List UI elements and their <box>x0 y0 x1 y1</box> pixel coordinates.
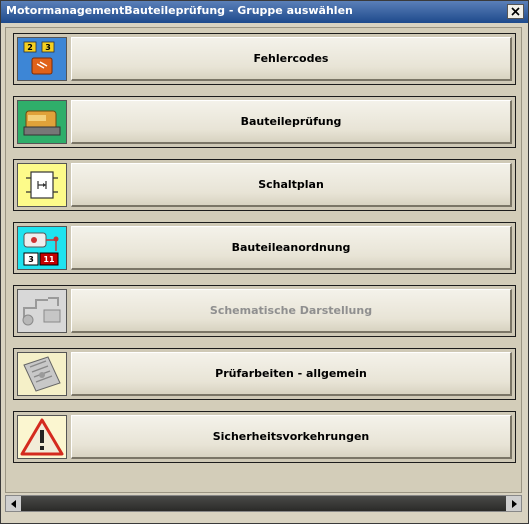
close-icon <box>511 7 520 16</box>
fault-codes-icon: 2 3 <box>17 37 67 81</box>
dialog-window: MotormanagementBauteileprüfung - Gruppe … <box>0 0 529 524</box>
fault-digit-2: 3 <box>45 43 51 52</box>
general-tests-icon <box>17 352 67 396</box>
wiring-diagram-button[interactable]: Schaltplan <box>71 163 512 207</box>
close-button[interactable] <box>507 4 524 19</box>
component-test-icon <box>17 100 67 144</box>
component-test-button[interactable]: Bauteileprüfung <box>71 100 512 144</box>
wiring-diagram-icon <box>17 163 67 207</box>
group-row-component-location: 3 11 Bauteileanordnung <box>13 222 516 274</box>
group-row-wiring-diagram: Schaltplan <box>13 159 516 211</box>
group-list: 2 3 Fehlercodes Bauteileprüfung Schaltpl… <box>5 27 522 493</box>
horizontal-scrollbar[interactable] <box>5 495 522 512</box>
component-location-button[interactable]: Bauteileanordnung <box>71 226 512 270</box>
location-number-1: 3 <box>28 255 34 264</box>
group-row-safety: Sicherheitsvorkehrungen <box>13 411 516 463</box>
location-number-2: 11 <box>43 255 55 264</box>
component-location-icon: 3 11 <box>17 226 67 270</box>
warning-triangle-icon <box>17 415 67 459</box>
title-bar[interactable]: MotormanagementBauteileprüfung - Gruppe … <box>1 1 528 23</box>
schematic-icon <box>17 289 67 333</box>
fault-codes-button[interactable]: Fehlercodes <box>71 37 512 81</box>
safety-button[interactable]: Sicherheitsvorkehrungen <box>71 415 512 459</box>
arrow-right-icon <box>511 499 517 508</box>
schematic-button[interactable]: Schematische Darstellung <box>71 289 512 333</box>
window-title: MotormanagementBauteileprüfung - Gruppe … <box>6 4 353 17</box>
general-tests-button[interactable]: Prüfarbeiten - allgemein <box>71 352 512 396</box>
group-row-component-test: Bauteileprüfung <box>13 96 516 148</box>
scroll-right-button[interactable] <box>506 496 521 511</box>
arrow-left-icon <box>10 499 16 508</box>
scroll-left-button[interactable] <box>6 496 21 511</box>
group-row-general-tests: Prüfarbeiten - allgemein <box>13 348 516 400</box>
group-row-schematic: Schematische Darstellung <box>13 285 516 337</box>
fault-digit-1: 2 <box>27 43 33 52</box>
group-row-fault-codes: 2 3 Fehlercodes <box>13 33 516 85</box>
